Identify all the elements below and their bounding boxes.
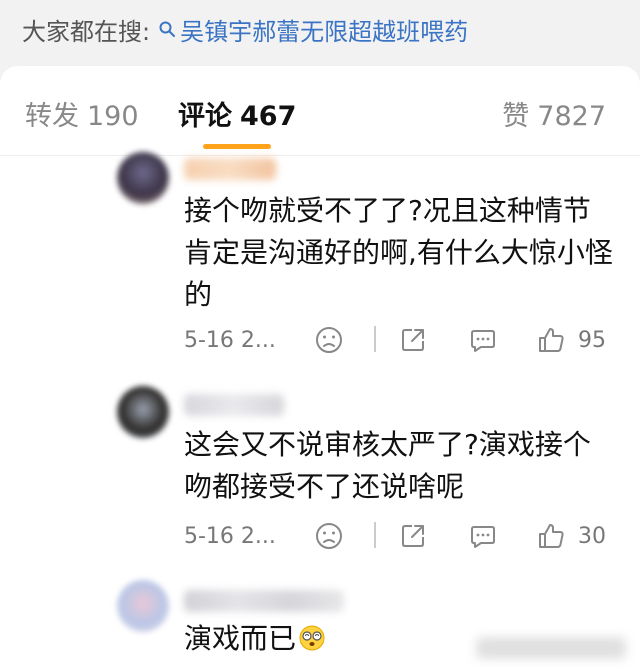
- tab-likes[interactable]: 赞 7827: [502, 94, 606, 133]
- tab-label: 转发: [25, 101, 79, 132]
- search-icon: [158, 20, 176, 38]
- tab-repost[interactable]: 转发 190: [25, 94, 139, 133]
- comment-text: 接个吻就受不了了?况且这种情节肯定是沟通好的啊,有什么大惊小怪的: [184, 194, 613, 311]
- avatar[interactable]: [117, 386, 169, 438]
- active-tab-indicator: [203, 144, 271, 149]
- username[interactable]: [184, 394, 284, 416]
- divider: [374, 326, 376, 352]
- tab-count: 7827: [537, 101, 606, 132]
- thumbs-up-icon[interactable]: [536, 521, 566, 551]
- reply-icon[interactable]: [468, 325, 498, 355]
- like-count: 30: [578, 523, 606, 549]
- avatar[interactable]: [117, 152, 169, 204]
- divider: [374, 522, 376, 548]
- tab-comments[interactable]: 评论 467: [178, 94, 296, 133]
- tab-label: 评论: [178, 101, 232, 132]
- comment-actions: 5-16 2... 95: [184, 320, 614, 360]
- thumbs-up-icon[interactable]: [536, 325, 566, 355]
- tab-label: 赞: [502, 101, 530, 132]
- tab-count: 190: [87, 101, 139, 132]
- hot-search-link[interactable]: 吴镇宇郝蕾无限超越班喂药: [150, 12, 468, 47]
- hot-search-bar: 大家都在搜: 吴镇宇郝蕾无限超越班喂药: [0, 0, 640, 58]
- watermark: [476, 637, 626, 659]
- comment-time: 5-16 2...: [184, 523, 276, 549]
- avatar[interactable]: [117, 580, 169, 632]
- reply-icon[interactable]: [468, 521, 498, 551]
- dizzy-face-emoji-icon: [298, 624, 326, 652]
- emoji-reaction-icon[interactable]: [314, 521, 344, 551]
- share-icon[interactable]: [398, 521, 428, 551]
- emoji-reaction-icon[interactable]: [314, 325, 344, 355]
- username[interactable]: [184, 158, 276, 180]
- comment-text-body: 演戏而已: [184, 622, 297, 655]
- tab-bar: 转发 190 评论 467 赞 7827: [0, 66, 640, 156]
- hot-search-label: 大家都在搜:: [22, 17, 151, 46]
- share-icon[interactable]: [398, 325, 428, 355]
- comment-text: 这会又不说审核太严了?演戏接个吻都接受不了还说啥呢: [184, 428, 591, 503]
- like-count: 95: [578, 327, 606, 353]
- hot-search-query: 吴镇宇郝蕾无限超越班喂药: [180, 17, 469, 46]
- tab-count: 467: [240, 101, 297, 132]
- comment-actions: 5-16 2... 30: [184, 516, 614, 556]
- comment-panel: 转发 190 评论 467 赞 7827 接个吻就受不了了?况且这种情节肯定是沟通好的…: [0, 66, 640, 669]
- username[interactable]: [184, 590, 344, 612]
- comment-time: 5-16 2...: [184, 327, 276, 353]
